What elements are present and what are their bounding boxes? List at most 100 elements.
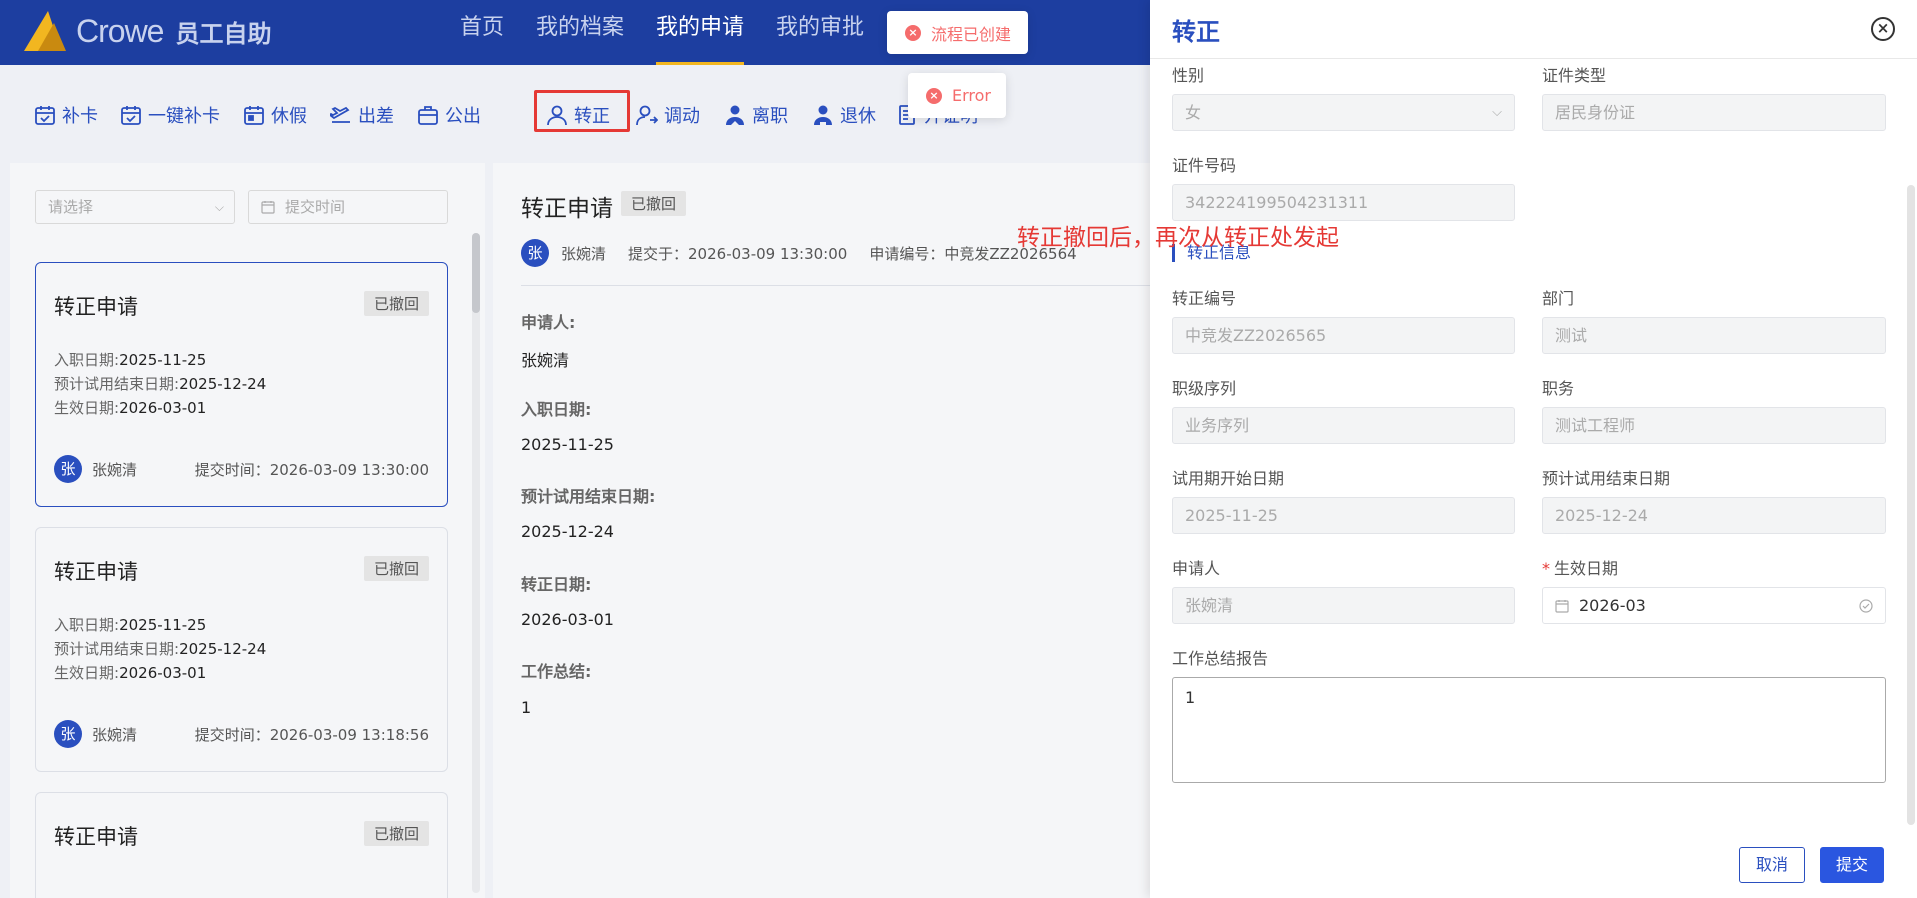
tool-leave[interactable]: 休假 [243, 100, 307, 130]
detail-user: 张婉清 [561, 244, 607, 263]
calendar-icon [261, 201, 275, 214]
drawer-title: 转正 [1172, 18, 1220, 46]
tool-label: 调动 [664, 106, 700, 127]
detail-meta: 张 张婉清 提交于：2026-03-09 13:30:00 申请编号：中竞发ZZ… [521, 239, 1077, 267]
tool-regularization[interactable]: 转正 [546, 100, 610, 130]
logo[interactable]: Crowe 员工自助 [20, 8, 271, 54]
chevron-down-icon: ⌵ [214, 200, 224, 214]
nav-my-applications[interactable]: 我的申请 [656, 0, 745, 65]
probation-start-label: 试用期开始日期 [1172, 469, 1285, 488]
required-mark: * [1542, 559, 1550, 578]
card-effective-date: 生效日期:2026-03-01 [54, 397, 206, 418]
list-scrollbar[interactable] [472, 233, 480, 893]
card-submit-time: 提交时间：2026-03-09 13:18:56 [194, 726, 429, 744]
tool-business-trip[interactable]: 出差 [330, 100, 394, 130]
detail-label: 工作总结: [521, 662, 592, 681]
user-icon [547, 105, 567, 126]
field-value: 2026-03-01 [119, 399, 207, 417]
rank-label: 职级序列 [1172, 379, 1237, 398]
status-badge: 已撤回 [363, 821, 429, 846]
check-circle-icon[interactable] [1859, 599, 1873, 613]
detail-label: 入职日期: [521, 400, 592, 419]
field-value: 2025-11-25 [119, 616, 207, 634]
application-card[interactable]: 转正申请 已撤回 入职日期:2025-11-25 预计试用结束日期:2025-1… [35, 262, 448, 507]
probation-start-field[interactable]: 2025-11-25 [1172, 497, 1515, 534]
detail-label: 申请人: [521, 313, 576, 332]
date-placeholder: 提交时间 [285, 198, 346, 216]
card-user: 张婉清 [92, 726, 138, 744]
gender-select[interactable]: 女 ⌵ [1172, 94, 1515, 131]
nav-approvals[interactable]: 我的审批 [776, 0, 864, 65]
divider [521, 285, 1153, 286]
id-type-field[interactable]: 居民身份证 [1542, 94, 1886, 131]
tool-retirement[interactable]: 退休 [812, 100, 876, 130]
detail-value: 张婉清 [521, 351, 570, 370]
position-label: 职务 [1542, 379, 1575, 398]
regularization-number-field[interactable]: 中竞发ZZ2026565 [1172, 317, 1515, 354]
card-submit-time: 提交时间：2026-03-09 13:30:00 [194, 461, 429, 479]
tool-oneclick-card-fix[interactable]: 一键补卡 [120, 100, 220, 130]
toast-error: × Error [908, 73, 1006, 118]
status-badge: 已撤回 [363, 556, 429, 581]
tool-official-out[interactable]: 公出 [417, 100, 481, 130]
id-number-field[interactable]: 342224199504231311 [1172, 184, 1515, 221]
nav-home[interactable]: 首页 [460, 0, 504, 65]
field-value: 2025-12-24 [179, 640, 267, 658]
summary-textarea[interactable]: 1 [1172, 677, 1886, 783]
drawer-scrollbar[interactable] [1907, 185, 1915, 825]
probation-end-field[interactable]: 2025-12-24 [1542, 497, 1886, 534]
applicant-field[interactable]: 张婉清 [1172, 587, 1515, 624]
tool-transfer[interactable]: 调动 [636, 100, 700, 130]
field-label: 预计试用结束日期: [54, 640, 180, 658]
field-label: 生效日期: [54, 399, 120, 417]
detail-value: 2025-11-25 [521, 435, 614, 454]
effective-date-label: * 生效日期 [1542, 555, 1618, 579]
effective-date-value: 2026-03 [1579, 596, 1646, 615]
briefcase-icon [418, 106, 438, 125]
tool-label: 一键补卡 [148, 106, 220, 127]
status-badge: 已撤回 [621, 191, 687, 216]
tool-resignation[interactable]: 离职 [724, 100, 788, 130]
field-label: 入职日期: [54, 351, 120, 369]
drawer-header: 转正 × [1150, 0, 1917, 59]
calendar-icon [1555, 600, 1569, 613]
chevron-down-icon: ⌵ [1492, 105, 1502, 120]
gender-label: 性别 [1172, 66, 1205, 85]
position-field[interactable]: 测试工程师 [1542, 407, 1886, 444]
field-label: 入职日期: [54, 616, 120, 634]
calendar-icon [244, 106, 264, 125]
submit-button[interactable]: 提交 [1820, 847, 1884, 883]
error-icon: × [905, 24, 921, 41]
gender-value: 女 [1185, 103, 1202, 122]
detail-value: 2025-12-24 [521, 522, 614, 541]
application-card[interactable]: 转正申请 已撤回 入职日期:2025-11-25 预计试用结束日期:2025-1… [35, 527, 448, 772]
tool-label: 转正 [574, 106, 610, 127]
application-card[interactable]: 转正申请 已撤回 [35, 792, 448, 898]
calendar-check-icon [35, 106, 55, 125]
toast-message: 流程已创建 [931, 24, 1012, 44]
status-filter-select[interactable]: 请选择 ⌵ [35, 190, 235, 224]
status-badge: 已撤回 [363, 291, 429, 316]
detail-title: 转正申请 [521, 196, 613, 222]
error-icon: × [926, 87, 942, 104]
card-probation-end: 预计试用结束日期:2025-12-24 [54, 638, 266, 659]
dept-field[interactable]: 测试 [1542, 317, 1886, 354]
close-icon[interactable]: × [1871, 17, 1895, 41]
tool-label: 出差 [358, 106, 394, 127]
tool-label: 补卡 [62, 106, 98, 127]
plane-icon [330, 106, 350, 123]
detail-label: 转正日期: [521, 575, 592, 594]
toast-process-created: × 流程已创建 [887, 11, 1028, 54]
rank-field[interactable]: 业务序列 [1172, 407, 1515, 444]
tool-card-fix[interactable]: 补卡 [34, 100, 98, 130]
field-value: 2026-03-01 [119, 664, 207, 682]
card-effective-date: 生效日期:2026-03-01 [54, 662, 206, 683]
submit-time-filter[interactable]: 提交时间 [248, 190, 448, 224]
scrollbar-thumb[interactable] [472, 233, 480, 313]
nav-profile[interactable]: 我的档案 [536, 0, 624, 65]
cancel-button[interactable]: 取消 [1739, 847, 1805, 883]
effective-date-picker[interactable]: 2026-03 [1542, 587, 1886, 624]
probation-end-label: 预计试用结束日期 [1542, 469, 1671, 488]
tool-label: 退休 [840, 106, 876, 127]
field-value: 2025-11-25 [119, 351, 207, 369]
